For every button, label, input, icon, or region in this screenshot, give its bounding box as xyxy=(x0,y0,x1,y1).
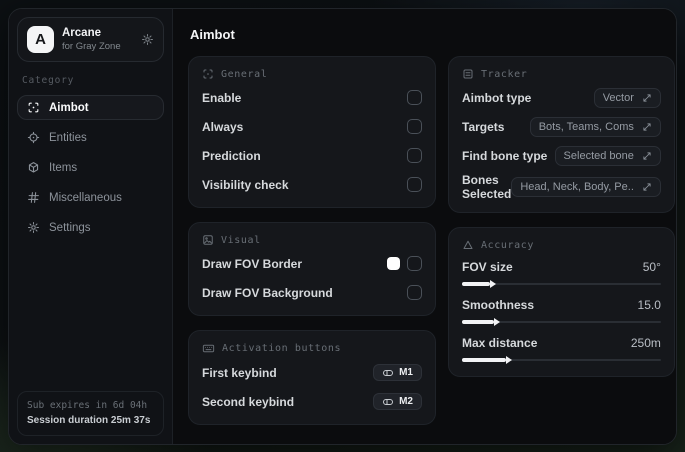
card-title: Activation buttons xyxy=(222,343,342,354)
triangle-icon xyxy=(462,239,474,251)
fov-size-value: 50° xyxy=(642,260,661,274)
fov-size-slider[interactable] xyxy=(462,279,661,289)
setting-row-second-keybind: Second keybind M2 xyxy=(202,390,422,413)
sidebar-item-miscellaneous[interactable]: Miscellaneous xyxy=(17,185,164,210)
session-duration-text: Session duration 25m 37s xyxy=(27,415,151,426)
keyboard-icon xyxy=(202,342,215,355)
category-label: Category xyxy=(22,75,75,86)
setting-row-fov-size: FOV size 50° xyxy=(462,260,661,289)
setting-row-draw-fov-background: Draw FOV Background xyxy=(202,281,422,304)
sidebar-item-label: Entities xyxy=(49,131,87,144)
gear-icon xyxy=(27,221,40,234)
setting-row-aimbot-type: Aimbot type Vector xyxy=(462,86,661,109)
card-title: Accuracy xyxy=(481,239,534,251)
expand-icon xyxy=(642,122,652,132)
tracker-card: Tracker Aimbot type Vector Targets Bots,… xyxy=(448,56,675,213)
first-keybind-button[interactable]: M1 xyxy=(373,364,422,381)
keybind-value: M2 xyxy=(399,396,413,407)
sub-expires-text: Sub expires in 6d 04h xyxy=(27,399,148,411)
always-checkbox[interactable] xyxy=(407,119,422,134)
sidebar-item-settings[interactable]: Settings xyxy=(17,215,164,240)
sidebar-item-label: Miscellaneous xyxy=(49,191,122,204)
expand-icon xyxy=(642,151,652,161)
mouse-icon xyxy=(382,397,394,407)
app-subtitle: for Gray Zone xyxy=(62,40,121,52)
enable-checkbox[interactable] xyxy=(407,90,422,105)
hash-icon xyxy=(27,191,40,204)
draw-fov-background-checkbox[interactable] xyxy=(407,285,422,300)
card-title: Visual xyxy=(221,234,261,246)
draw-fov-border-checkbox[interactable] xyxy=(407,256,422,271)
sidebar-item-items[interactable]: Items xyxy=(17,155,164,180)
box-icon xyxy=(27,161,40,174)
setting-row-smoothness: Smoothness 15.0 xyxy=(462,298,661,327)
crosshair-icon xyxy=(27,101,40,114)
general-card: General Enable Always Prediction Visibil… xyxy=(188,56,436,208)
setting-row-max-distance: Max distance 250m xyxy=(462,336,661,365)
card-title: General xyxy=(221,68,268,80)
list-box-icon xyxy=(462,68,474,80)
sidebar-item-label: Settings xyxy=(49,221,91,234)
crosshair-icon xyxy=(202,68,214,80)
setting-row-always: Always xyxy=(202,115,422,138)
setting-row-first-keybind: First keybind M1 xyxy=(202,361,422,384)
mouse-icon xyxy=(382,368,394,378)
sidebar-nav: Aimbot Entities Items Miscellaneous Sett… xyxy=(17,95,164,240)
subscription-info: Sub expires in 6d 04h Session duration 2… xyxy=(17,390,164,436)
image-icon xyxy=(202,234,214,246)
bones-selected-dropdown[interactable]: Head, Neck, Body, Pe.. xyxy=(511,177,661,197)
sidebar-item-label: Aimbot xyxy=(49,101,89,114)
expand-icon xyxy=(642,93,652,103)
card-title: Tracker xyxy=(481,68,528,80)
setting-row-targets: Targets Bots, Teams, Coms xyxy=(462,115,661,138)
max-distance-slider[interactable] xyxy=(462,355,661,365)
sidebar-item-entities[interactable]: Entities xyxy=(17,125,164,150)
setting-row-enable: Enable xyxy=(202,86,422,109)
setting-row-bones-selected: Bones Selected Head, Neck, Body, Pe.. xyxy=(462,173,661,201)
max-distance-value: 250m xyxy=(630,336,661,350)
smoothness-value: 15.0 xyxy=(637,298,661,312)
app-logo: A xyxy=(27,26,54,53)
keybind-value: M1 xyxy=(399,367,413,378)
targets-dropdown[interactable]: Bots, Teams, Coms xyxy=(529,116,661,137)
fov-border-color-swatch[interactable] xyxy=(387,257,400,270)
find-bone-type-dropdown[interactable]: Selected bone xyxy=(554,145,661,166)
second-keybind-button[interactable]: M2 xyxy=(373,393,422,410)
setting-row-draw-fov-border: Draw FOV Border xyxy=(202,252,422,275)
accuracy-card: Accuracy FOV size 50° Smoothness 15.0 Ma… xyxy=(448,227,675,377)
expand-icon xyxy=(642,182,652,192)
sidebar-item-aimbot[interactable]: Aimbot xyxy=(17,95,164,120)
sidebar: A Arcane for Gray Zone Category Aimbot E… xyxy=(9,9,173,444)
prediction-checkbox[interactable] xyxy=(407,148,422,163)
visibility-check-checkbox[interactable] xyxy=(407,177,422,192)
app-window: A Arcane for Gray Zone Category Aimbot E… xyxy=(8,8,677,445)
aimbot-type-dropdown[interactable]: Vector xyxy=(593,87,661,108)
main-panel: Aimbot General Enable Always Prediction … xyxy=(173,9,676,444)
gear-icon[interactable] xyxy=(141,33,154,46)
setting-row-prediction: Prediction xyxy=(202,144,422,167)
entities-icon xyxy=(27,131,40,144)
sidebar-item-label: Items xyxy=(49,161,78,174)
page-title: Aimbot xyxy=(190,27,235,42)
smoothness-slider[interactable] xyxy=(462,317,661,327)
setting-row-visibility-check: Visibility check xyxy=(202,173,422,196)
activation-buttons-card: Activation buttons First keybind M1 Seco… xyxy=(188,330,436,425)
setting-row-find-bone-type: Find bone type Selected bone xyxy=(462,144,661,167)
app-title: Arcane xyxy=(62,27,101,40)
logo-card: A Arcane for Gray Zone xyxy=(17,17,164,62)
visual-card: Visual Draw FOV Border Draw FOV Backgrou… xyxy=(188,222,436,316)
